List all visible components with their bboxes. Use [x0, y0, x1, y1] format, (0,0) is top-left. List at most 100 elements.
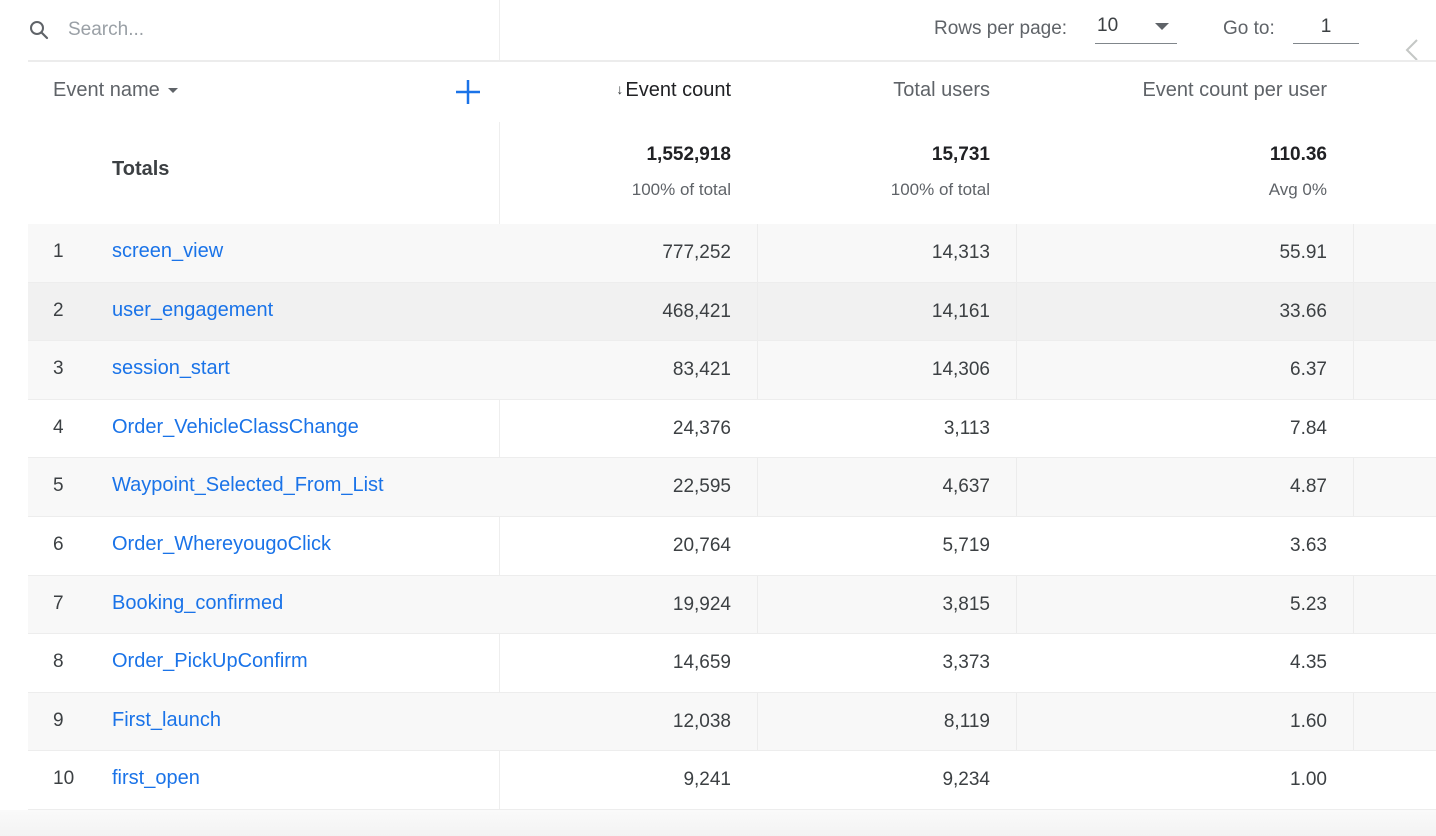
- total-users: 15,731: [931, 144, 990, 165]
- total-users-cell: 8,119: [943, 710, 990, 732]
- event-name-link[interactable]: Order_VehicleClassChange: [112, 416, 359, 439]
- event-count-cell: 9,241: [683, 769, 731, 791]
- row-index: 7: [53, 592, 64, 614]
- event-name-link[interactable]: user_engagement: [112, 299, 273, 322]
- event-count-per-user-cell: 5.23: [1290, 593, 1327, 615]
- totals-label: Totals: [112, 158, 170, 180]
- table-row[interactable]: 10 first_open 9,241 9,234 1.00: [28, 751, 1436, 810]
- cell-separator: [757, 575, 758, 634]
- total-users-cell: 3,815: [942, 593, 990, 615]
- event-count-per-user-cell: 1.00: [1290, 769, 1327, 791]
- table-row[interactable]: 9 First_launch 12,038 8,119 1.60: [28, 692, 1436, 752]
- cell-separator: [757, 282, 758, 341]
- cell-separator: [1016, 341, 1017, 399]
- event-count-per-user-cell: 7.84: [1290, 417, 1327, 439]
- event-name-link[interactable]: Order_PickUpConfirm: [112, 650, 308, 673]
- table-row[interactable]: 7 Booking_confirmed 19,924 3,815 5.23: [28, 575, 1436, 635]
- table-row[interactable]: 8 Order_PickUpConfirm 14,659 3,373 4.35: [28, 634, 1436, 693]
- cell-separator: [757, 692, 758, 751]
- row-index: 1: [53, 241, 64, 262]
- cell-separator: [1016, 224, 1017, 282]
- table-toolbar: Rows per page: 10 Go to:: [0, 0, 1436, 62]
- row-index: 4: [53, 416, 64, 438]
- event-name-link[interactable]: Order_WhereyougoClick: [112, 533, 331, 556]
- dimension-selector[interactable]: Event name: [53, 79, 178, 102]
- cell-separator: [1016, 458, 1017, 516]
- plus-icon[interactable]: [453, 77, 483, 107]
- total-users-cell: 9,234: [942, 769, 990, 791]
- total-event-count-per-user: 110.36: [1269, 144, 1327, 165]
- event-count-per-user-cell: 1.60: [1290, 710, 1327, 732]
- dimension-header-label: Event name: [53, 79, 160, 101]
- row-index: 8: [53, 651, 64, 673]
- event-count-cell: 12,038: [672, 710, 731, 732]
- cell-separator: [1353, 692, 1354, 751]
- goto-label: Go to:: [1223, 18, 1275, 39]
- event-count-cell: 777,252: [662, 242, 731, 263]
- events-table: Event name ↓ Event count Total users Even…: [28, 62, 1436, 810]
- cell-separator: [1353, 341, 1354, 399]
- cell-separator: [1353, 224, 1354, 282]
- cell-separator: [1353, 575, 1354, 634]
- event-count-cell: 468,421: [662, 300, 731, 322]
- total-users-cell: 3,113: [943, 417, 990, 439]
- cell-separator: [757, 458, 758, 516]
- event-count-per-user-cell: 55.91: [1279, 242, 1327, 263]
- event-count-per-user-cell: 3.63: [1290, 534, 1327, 556]
- total-users-cell: 14,161: [931, 300, 990, 322]
- table-row[interactable]: 3 session_start 83,421 14,306 6.37: [28, 341, 1436, 400]
- total-users-cell: 3,373: [942, 652, 990, 674]
- event-count-cell: 20,764: [672, 534, 731, 556]
- cell-separator: [1353, 282, 1354, 341]
- table-header: Event name ↓ Event count Total users Even…: [28, 62, 1436, 122]
- row-index: 10: [53, 768, 75, 790]
- table-row[interactable]: 6 Order_WhereyougoClick 20,764 5,719 3.63: [28, 517, 1436, 576]
- table-row[interactable]: 4 Order_VehicleClassChange 24,376 3,113 7.84: [28, 400, 1436, 459]
- event-count-cell: 14,659: [672, 652, 731, 674]
- event-name-link[interactable]: Booking_confirmed: [112, 592, 283, 615]
- cell-separator: [1353, 458, 1354, 516]
- row-index: 9: [53, 709, 64, 731]
- row-index: 5: [53, 475, 64, 497]
- rows-per-page-label: Rows per page:: [934, 18, 1068, 39]
- event-count-per-user-cell: 4.35: [1290, 652, 1327, 674]
- event-name-link[interactable]: session_start: [112, 357, 230, 380]
- caret-down-icon: [1155, 23, 1169, 30]
- event-count-cell: 22,595: [672, 476, 731, 498]
- event-name-link[interactable]: first_open: [112, 767, 200, 790]
- rows-per-page-select[interactable]: 10: [1095, 10, 1177, 44]
- event-name-link[interactable]: screen_view: [112, 240, 223, 263]
- column-header-event-count[interactable]: ↓ Event count: [616, 79, 731, 102]
- rows-per-page-value: 10: [1097, 15, 1119, 36]
- event-count-cell: 83,421: [672, 359, 731, 381]
- table-row[interactable]: 1 screen_view 777,252 14,313 55.91: [28, 224, 1436, 283]
- cell-separator: [757, 341, 758, 399]
- column-label: Event count: [625, 79, 731, 101]
- goto-page-input[interactable]: [1293, 10, 1359, 44]
- row-index: 2: [53, 299, 64, 321]
- total-users-share: 100% of total: [890, 180, 990, 199]
- sort-descending-icon: ↓: [616, 81, 624, 97]
- total-event-count-share: 100% of total: [631, 180, 731, 199]
- table-row[interactable]: 2 user_engagement 468,421 14,161 33.66: [28, 282, 1436, 342]
- column-header-event-count-per-user[interactable]: Event count per user: [1142, 79, 1327, 102]
- total-users-cell: 14,313: [931, 242, 990, 263]
- search-input[interactable]: [68, 19, 448, 41]
- search-box[interactable]: [28, 12, 498, 48]
- column-header-total-users[interactable]: Total users: [893, 79, 990, 102]
- search-icon: [28, 19, 50, 41]
- cell-separator: [1016, 692, 1017, 751]
- event-name-link[interactable]: Waypoint_Selected_From_List: [112, 474, 384, 497]
- event-count-per-user-cell: 4.87: [1290, 476, 1327, 498]
- row-index: 3: [53, 358, 64, 380]
- row-index: 6: [53, 533, 64, 555]
- total-users-cell: 14,306: [931, 359, 990, 381]
- event-count-per-user-cell: 6.37: [1290, 359, 1327, 381]
- total-event-count-per-user-avg: Avg 0%: [1268, 180, 1327, 199]
- cell-separator: [1016, 575, 1017, 634]
- caret-down-icon: [167, 88, 178, 93]
- cell-separator: [757, 224, 758, 282]
- table-row[interactable]: 5 Waypoint_Selected_From_List 22,595 4,637 4…: [28, 458, 1436, 517]
- event-name-link[interactable]: First_launch: [112, 709, 221, 732]
- cell-separator: [1016, 282, 1017, 341]
